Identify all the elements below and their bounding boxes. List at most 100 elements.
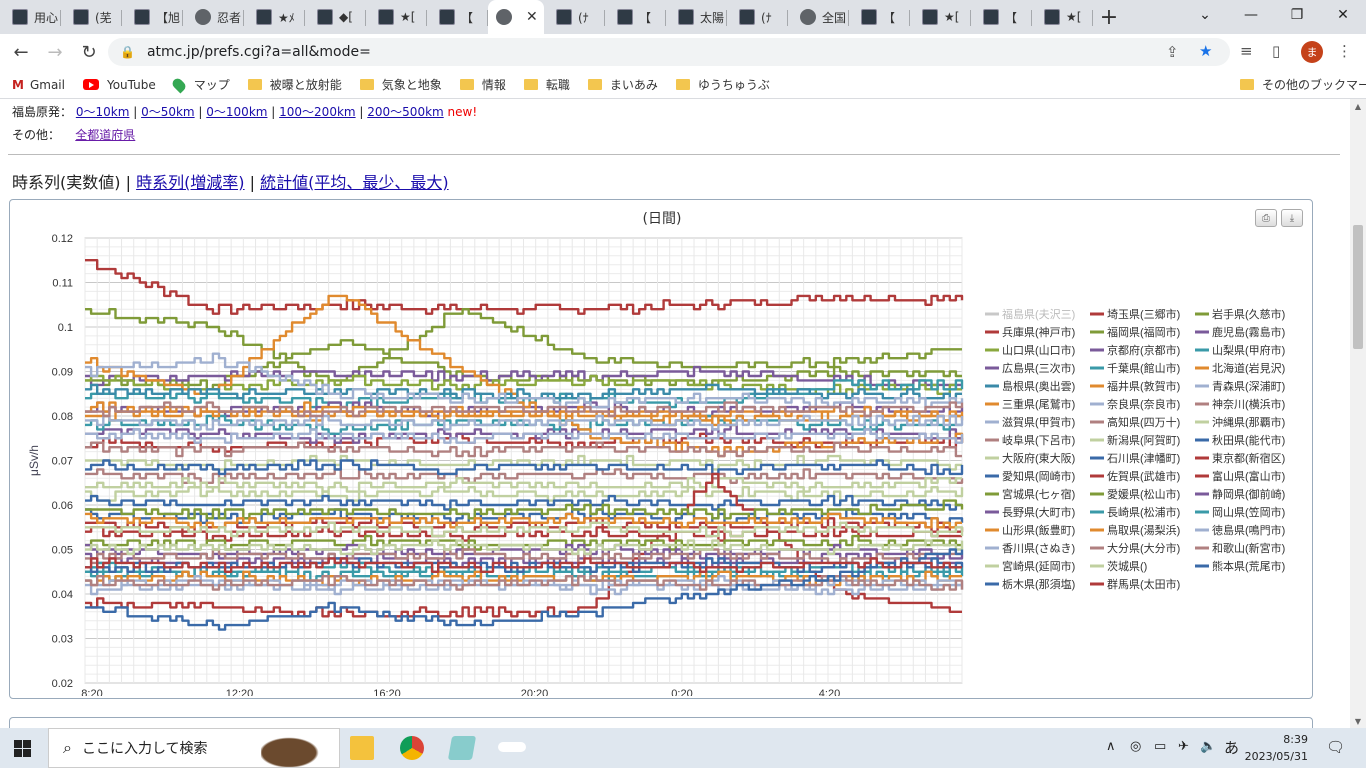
browser-tab[interactable]: ◆[ bbox=[305, 0, 366, 34]
bookmark-folder[interactable]: 情報 bbox=[459, 76, 506, 93]
browser-tab[interactable]: (芜 bbox=[61, 0, 122, 34]
tray-icon[interactable]: ◎ bbox=[1130, 739, 1141, 754]
link-0-50km[interactable]: 0～50km bbox=[141, 105, 195, 119]
y-axis-label: μSv/h bbox=[27, 445, 41, 476]
link-100-200km[interactable]: 100～200km bbox=[279, 105, 355, 119]
tray-chevron-icon[interactable]: ∧ bbox=[1106, 739, 1116, 754]
bookmark-folder[interactable]: ゆうちゅうぶ bbox=[675, 76, 770, 93]
back-icon[interactable]: ← bbox=[4, 36, 38, 70]
reload-icon[interactable]: ↻ bbox=[72, 36, 106, 70]
browser-tab[interactable]: 【 bbox=[605, 0, 666, 34]
menu-icon[interactable]: ⋮ bbox=[1337, 42, 1352, 60]
close-tab-icon[interactable]: ✕ bbox=[526, 9, 538, 25]
app-icon[interactable] bbox=[498, 742, 526, 752]
x-tick-label: 4:20 bbox=[819, 688, 840, 696]
bookmark-folder[interactable]: 被曝と放射能 bbox=[247, 76, 342, 93]
chrome-icon[interactable] bbox=[400, 736, 424, 760]
ms-icon bbox=[134, 9, 150, 25]
app-icon[interactable] bbox=[447, 736, 477, 760]
x-tick-label: 0:20 bbox=[671, 688, 692, 696]
address-bar[interactable]: 🔒 atmc.jp/prefs.cgi?a=all&mode= bbox=[108, 38, 1230, 66]
tab-title: (芜 bbox=[95, 10, 112, 25]
legend-item: 愛知県(岡崎市) bbox=[1002, 469, 1075, 483]
scroll-down-icon[interactable]: ▼ bbox=[1350, 714, 1366, 728]
side-panel-icon[interactable]: ▯ bbox=[1272, 42, 1280, 60]
tab-title: 【 bbox=[883, 10, 896, 25]
legend-item: 神奈川(横浜市) bbox=[1212, 397, 1285, 411]
notification-icon[interactable]: 🗨 bbox=[1326, 738, 1345, 756]
battery-icon[interactable]: ▭ bbox=[1154, 739, 1166, 754]
profile-avatar[interactable]: ま bbox=[1301, 41, 1323, 63]
legend-item: 岩手県(久慈市) bbox=[1212, 307, 1285, 321]
legend-item: 富山県(富山市) bbox=[1212, 469, 1285, 483]
bookmark-folder[interactable]: 転職 bbox=[523, 76, 570, 93]
ms-icon bbox=[317, 9, 333, 25]
folder-icon bbox=[1240, 79, 1254, 90]
tab-title: (ﾅ bbox=[578, 10, 589, 25]
close-window-icon[interactable]: ✕ bbox=[1320, 0, 1366, 30]
browser-tab[interactable]: 忍者 bbox=[183, 0, 244, 34]
bookmark-youtube[interactable]: YouTube bbox=[82, 78, 156, 92]
folder-icon bbox=[587, 79, 602, 90]
clock[interactable]: 8:39 2023/05/31 bbox=[1245, 731, 1308, 765]
otter-illustration-icon bbox=[261, 731, 331, 767]
taskbar-search-box[interactable]: ⌕ ここに入力して検索 bbox=[48, 728, 340, 768]
browser-tab[interactable]: (ﾅ bbox=[544, 0, 605, 34]
view-tabs: 時系列(実数値) | 時系列(増減率) | 統計値(平均、最少、最大) bbox=[12, 173, 449, 192]
bookmark-gmail[interactable]: M Gmail bbox=[12, 78, 65, 92]
ime-indicator[interactable]: あ bbox=[1224, 737, 1239, 758]
page-scrollbar[interactable]: ▲ ▼ bbox=[1350, 99, 1366, 728]
x-tick-label: 16:20 bbox=[373, 688, 401, 696]
browser-tab[interactable]: 【 bbox=[427, 0, 488, 34]
browser-tab[interactable]: ★[ bbox=[910, 0, 971, 34]
view-current: 時系列(実数値) bbox=[12, 173, 121, 192]
browser-tab[interactable]: 【 bbox=[849, 0, 910, 34]
browser-tab[interactable]: ★[ bbox=[1032, 0, 1093, 34]
view-link-change-rate[interactable]: 時系列(増減率) bbox=[136, 173, 245, 192]
bookmark-maps[interactable]: マップ bbox=[170, 76, 230, 93]
view-link-statistics[interactable]: 統計値(平均、最少、最大) bbox=[260, 173, 449, 192]
browser-tab[interactable]: 用心 bbox=[0, 0, 61, 34]
file-explorer-icon[interactable] bbox=[350, 736, 374, 760]
scroll-up-icon[interactable]: ▲ bbox=[1350, 99, 1366, 113]
scroll-thumb[interactable] bbox=[1353, 225, 1363, 349]
other-bookmarks[interactable]: その他のブックマーク bbox=[1240, 76, 1366, 93]
legend-item: 山口県(山口市) bbox=[1002, 343, 1075, 357]
ms-icon bbox=[922, 9, 938, 25]
browser-tab[interactable]: 【旭 bbox=[122, 0, 183, 34]
windows-start-icon[interactable] bbox=[14, 740, 31, 757]
restore-icon[interactable]: ❐ bbox=[1274, 0, 1320, 30]
browser-tab[interactable]: 全国 bbox=[788, 0, 849, 34]
bookmark-star-icon[interactable]: ★ bbox=[1199, 42, 1212, 60]
tab-title: ★ﾒ bbox=[278, 10, 295, 25]
other-label: その他： bbox=[12, 128, 61, 142]
volume-icon[interactable]: 🔈 bbox=[1200, 739, 1216, 754]
lock-icon[interactable]: 🔒 bbox=[120, 45, 135, 59]
browser-tab[interactable]: ★[ bbox=[366, 0, 427, 34]
minimize-icon[interactable]: — bbox=[1228, 0, 1274, 30]
folder-icon bbox=[247, 79, 262, 90]
browser-tab[interactable]: (ﾅ bbox=[727, 0, 788, 34]
legend-item: 山梨県(甲府市) bbox=[1212, 343, 1285, 357]
browser-tab[interactable]: ✕ bbox=[488, 0, 544, 34]
browser-tab[interactable]: 太陽 bbox=[666, 0, 727, 34]
ms-icon bbox=[861, 9, 877, 25]
link-200-500km[interactable]: 200～500km bbox=[367, 105, 443, 119]
link-all-prefectures[interactable]: 全都道府県 bbox=[75, 128, 135, 142]
new-tab-icon[interactable]: + bbox=[1093, 0, 1125, 34]
tab-title: 太陽 bbox=[700, 10, 725, 25]
link-0-100km[interactable]: 0～100km bbox=[206, 105, 267, 119]
forward-icon[interactable]: → bbox=[38, 36, 72, 70]
browser-tab[interactable]: 【 bbox=[971, 0, 1032, 34]
ms-icon bbox=[1044, 9, 1060, 25]
tab-search-icon[interactable]: ⌄ bbox=[1182, 0, 1228, 30]
media-icon[interactable]: ≡ bbox=[1240, 42, 1253, 60]
link-0-10km[interactable]: 0～10km bbox=[76, 105, 130, 119]
browser-tab[interactable]: ★ﾒ bbox=[244, 0, 305, 34]
wifi-icon[interactable]: ✈ bbox=[1178, 739, 1189, 754]
bookmark-folder[interactable]: まいあみ bbox=[587, 76, 658, 93]
folder-icon bbox=[359, 79, 374, 90]
share-icon[interactable]: ⇪ bbox=[1166, 43, 1179, 61]
bookmark-folder[interactable]: 気象と地象 bbox=[359, 76, 442, 93]
y-tick-label: 0.08 bbox=[52, 411, 73, 423]
